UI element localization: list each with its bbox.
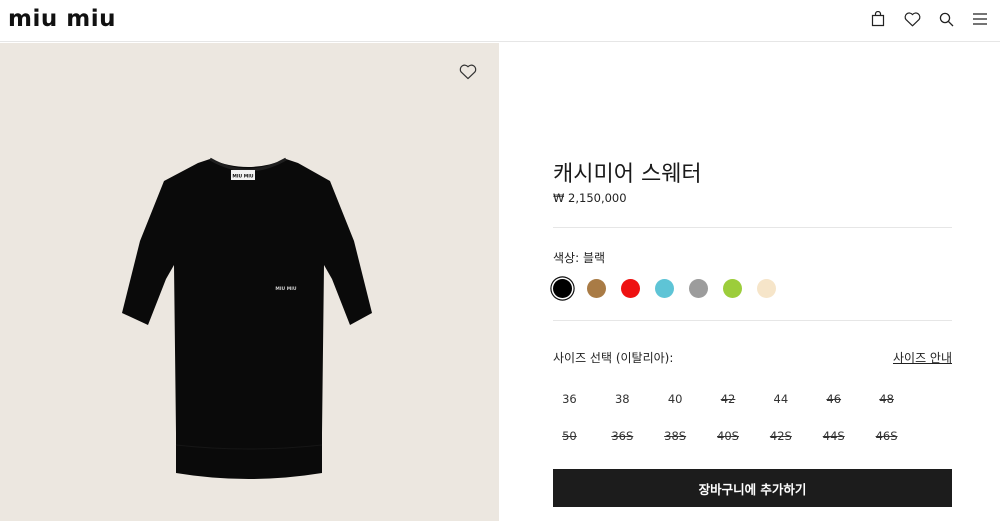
product-price: ₩ 2,150,000: [553, 191, 627, 205]
color-swatch-brown[interactable]: [587, 279, 606, 298]
color-swatch-grey[interactable]: [689, 279, 708, 298]
size-option-50[interactable]: 50: [543, 429, 596, 443]
size-option-48[interactable]: 48: [860, 392, 913, 406]
site-header: miu miu: [0, 0, 1000, 42]
size-option-44S[interactable]: 44S: [807, 429, 860, 443]
chest-embroidery-text: MIU MIU: [275, 286, 297, 292]
add-to-cart-button[interactable]: 장바구니에 추가하기: [553, 469, 952, 507]
brand-logo[interactable]: miu miu: [8, 6, 116, 32]
divider: [553, 227, 952, 228]
menu-icon[interactable]: [970, 9, 990, 29]
sweater-image: MIU MIU MIU MIU: [122, 157, 372, 479]
product-image-gallery[interactable]: MIU MIU MIU MIU: [0, 43, 499, 521]
size-option-46S[interactable]: 46S: [860, 429, 913, 443]
size-option-44[interactable]: 44: [754, 392, 807, 406]
size-option-38S[interactable]: 38S: [649, 429, 702, 443]
search-icon[interactable]: [936, 9, 956, 29]
size-option-36S[interactable]: 36S: [596, 429, 649, 443]
size-guide-link[interactable]: 사이즈 안내: [893, 349, 952, 366]
size-option-38[interactable]: 38: [596, 392, 649, 406]
product-title: 캐시미어 스웨터: [553, 162, 702, 187]
bag-icon[interactable]: [868, 9, 888, 29]
color-swatch-light-blue[interactable]: [655, 279, 674, 298]
header-icons: [868, 9, 990, 29]
color-swatches: [553, 279, 776, 298]
size-option-42S[interactable]: 42S: [754, 429, 807, 443]
size-option-40S[interactable]: 40S: [702, 429, 755, 443]
size-option-42[interactable]: 42: [702, 392, 755, 406]
wishlist-heart-icon[interactable]: [459, 64, 479, 82]
color-swatch-black[interactable]: [553, 279, 572, 298]
color-swatch-cream[interactable]: [757, 279, 776, 298]
size-option-46[interactable]: 46: [807, 392, 860, 406]
size-row-1: 36 38 40 42 44 46 48: [543, 392, 913, 406]
color-swatch-red[interactable]: [621, 279, 640, 298]
divider: [553, 320, 952, 321]
size-option-36[interactable]: 36: [543, 392, 596, 406]
color-swatch-lime[interactable]: [723, 279, 742, 298]
color-label: 색상: 블랙: [553, 251, 606, 265]
heart-icon[interactable]: [902, 9, 922, 29]
size-label: 사이즈 선택 (이탈리아):: [553, 351, 674, 365]
size-row-2: 50 36S 38S 40S 42S 44S 46S: [543, 429, 913, 443]
size-option-40[interactable]: 40: [649, 392, 702, 406]
neck-label-text: MIU MIU: [232, 174, 254, 180]
